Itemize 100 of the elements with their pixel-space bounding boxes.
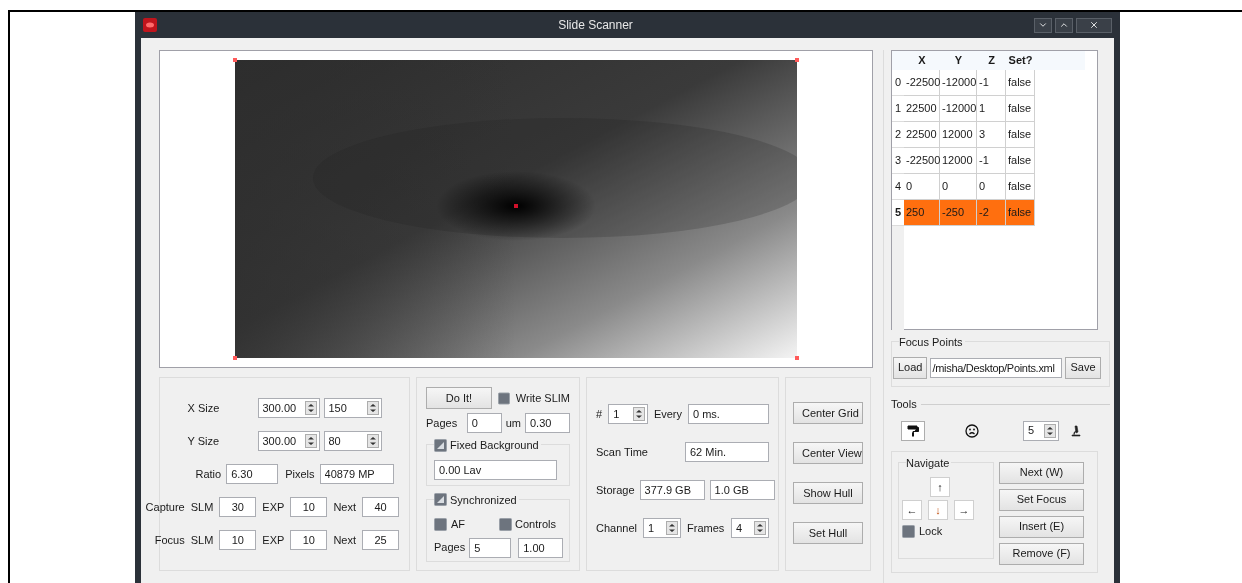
spinner-arrows-icon[interactable] <box>304 434 317 448</box>
table-cell[interactable]: false <box>1006 148 1035 174</box>
text-field[interactable]: 62 Min. <box>685 442 769 462</box>
checkbox-icon[interactable] <box>499 517 512 531</box>
checkbox-icon[interactable] <box>497 391 510 405</box>
spin-box[interactable]: 1 <box>643 518 682 538</box>
text-field[interactable]: 5 <box>469 537 512 558</box>
minimize-button[interactable] <box>1034 17 1052 33</box>
table-cell[interactable]: -1 <box>977 70 1006 96</box>
text-field[interactable]: 1.00 <box>518 537 564 558</box>
row-header[interactable]: 5 <box>892 200 904 226</box>
push-button[interactable]: Save <box>1065 356 1101 379</box>
spin-box[interactable]: 80 <box>323 431 382 451</box>
spinner-arrows-icon[interactable] <box>632 407 645 421</box>
row-header[interactable]: 0 <box>892 70 904 96</box>
field-label: Pages <box>434 540 466 556</box>
table-cell[interactable]: false <box>1006 70 1035 96</box>
table-cell[interactable]: 250 <box>904 200 940 226</box>
up-arrow-button[interactable]: ↑ <box>930 477 950 497</box>
table-cell[interactable]: -12000 <box>940 70 977 96</box>
spin-box[interactable]: 300.00 <box>257 398 320 418</box>
maximize-button[interactable] <box>1055 17 1073 33</box>
checked-checkbox-icon[interactable] <box>434 438 447 452</box>
table-cell[interactable]: -22500 <box>904 148 940 174</box>
spin-box[interactable]: 150 <box>323 398 382 418</box>
push-button[interactable]: Insert (E) <box>999 515 1084 538</box>
text-field[interactable]: 0 ms. <box>688 404 769 424</box>
sad-face-icon[interactable] <box>965 423 979 438</box>
column-header[interactable]: Z <box>977 51 1006 70</box>
text-field[interactable]: 0 <box>466 413 502 433</box>
push-button[interactable]: Center View <box>793 442 863 464</box>
field-label: EXP <box>262 499 285 515</box>
spinner-arrows-icon[interactable] <box>366 434 379 448</box>
push-button[interactable]: Show Hull <box>793 482 863 504</box>
row-header[interactable]: 1 <box>892 96 904 122</box>
field-label: SLM <box>190 499 214 515</box>
table-cell[interactable]: 3 <box>977 122 1006 148</box>
text-field[interactable]: 10 <box>219 530 257 550</box>
table-cell[interactable]: 1 <box>977 96 1006 122</box>
column-header[interactable]: Y <box>940 51 977 70</box>
push-button[interactable]: Remove (F) <box>999 542 1084 565</box>
text-field[interactable]: /misha/Desktop/Points.xml <box>930 357 1063 378</box>
text-field[interactable]: 377.9 GB <box>639 480 705 500</box>
spinner-arrows-icon[interactable] <box>666 521 679 535</box>
table-cell[interactable]: -12000 <box>940 96 977 122</box>
text-field[interactable]: 1.0 GB <box>709 480 775 500</box>
row-header[interactable]: 3 <box>892 148 904 174</box>
column-header[interactable]: Set? <box>1006 51 1035 70</box>
table-cell[interactable]: false <box>1006 174 1035 200</box>
text-field[interactable]: 40879 MP <box>319 464 394 484</box>
push-button[interactable]: Do It! <box>426 387 492 409</box>
table-cell[interactable]: -2 <box>977 200 1006 226</box>
push-button[interactable]: Next (W) <box>999 461 1084 484</box>
row-header[interactable]: 4 <box>892 174 904 200</box>
text-field[interactable]: 30 <box>219 497 257 517</box>
spin-box[interactable]: 1 <box>608 404 648 424</box>
table-cell[interactable]: 0 <box>940 174 977 200</box>
spinner-arrows-icon[interactable] <box>304 401 317 415</box>
table-cell[interactable]: 12000 <box>940 122 977 148</box>
push-button[interactable]: Center Grid <box>793 402 863 424</box>
checkbox-icon[interactable] <box>902 524 915 538</box>
spinner-arrows-icon[interactable] <box>1044 423 1056 438</box>
table-cell[interactable]: -1 <box>977 148 1006 174</box>
left-arrow-button[interactable]: ← <box>902 500 922 520</box>
down-arrow-button[interactable]: ↓ <box>928 500 948 520</box>
table-cell[interactable]: 22500 <box>904 96 940 122</box>
checked-checkbox-icon[interactable] <box>434 493 447 507</box>
spin-box[interactable]: 5 <box>1023 420 1059 441</box>
table-cell[interactable]: -22500 <box>904 70 940 96</box>
table-cell[interactable]: 0 <box>977 174 1006 200</box>
column-header[interactable]: X <box>904 51 940 70</box>
paint-roller-button[interactable] <box>901 420 925 441</box>
push-button[interactable]: Load <box>893 356 928 379</box>
push-button[interactable]: Set Hull <box>793 522 863 544</box>
row-header[interactable]: 2 <box>892 122 904 148</box>
table-cell[interactable]: false <box>1006 200 1035 226</box>
field-label: Focus <box>154 532 185 548</box>
spin-box[interactable]: 4 <box>730 518 769 538</box>
checkbox-label: Lock <box>919 524 943 539</box>
text-field[interactable]: 40 <box>362 497 399 517</box>
text-field[interactable]: 10 <box>290 530 328 550</box>
checkbox-icon[interactable] <box>434 517 447 531</box>
spin-box[interactable]: 300.00 <box>257 431 320 451</box>
push-button[interactable]: Set Focus <box>999 488 1084 511</box>
text-field[interactable]: 10 <box>290 497 328 517</box>
text-field[interactable]: 0.00 Lav <box>434 459 557 480</box>
table-cell[interactable]: false <box>1006 96 1035 122</box>
table-cell[interactable]: 22500 <box>904 122 940 148</box>
microscope-icon[interactable] <box>1071 424 1081 437</box>
table-cell[interactable]: 12000 <box>940 148 977 174</box>
text-field[interactable]: 25 <box>362 530 399 550</box>
table-cell[interactable]: -250 <box>940 200 977 226</box>
table-cell[interactable]: 0 <box>904 174 940 200</box>
right-arrow-button[interactable]: → <box>954 500 974 520</box>
close-button[interactable] <box>1076 17 1112 33</box>
table-cell[interactable]: false <box>1006 122 1035 148</box>
spinner-arrows-icon[interactable] <box>754 521 766 535</box>
text-field[interactable]: 0.30 <box>525 413 570 433</box>
text-field[interactable]: 6.30 <box>226 464 279 484</box>
spinner-arrows-icon[interactable] <box>366 401 379 415</box>
